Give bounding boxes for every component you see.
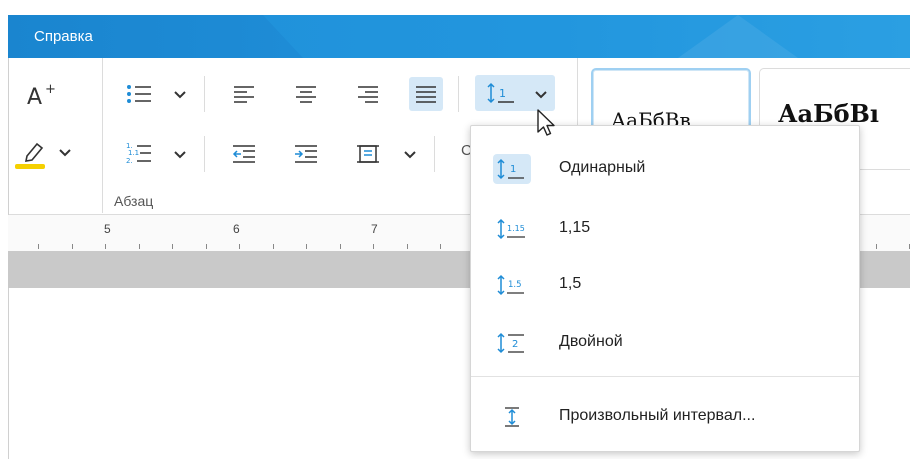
separator — [204, 76, 205, 112]
ruler-number: 5 — [104, 222, 111, 236]
highlight-color-button[interactable] — [13, 138, 53, 172]
svg-text:A: A — [27, 85, 42, 110]
menu-item-label: Двойной — [559, 333, 623, 350]
align-center-icon — [296, 86, 316, 103]
increase-font-size-button[interactable]: A + — [23, 80, 59, 110]
line-spacing-menu: 1 Одинарный 1.15 1,15 1.5 1,5 2 Двойной … — [470, 125, 860, 452]
paragraph-borders-button[interactable] — [353, 140, 383, 168]
font-size-increase-icon: A + — [27, 82, 56, 110]
svg-text:1.5: 1.5 — [508, 280, 522, 290]
align-left-icon — [234, 86, 254, 103]
ruler-tick — [272, 244, 274, 249]
bullet-list-icon — [127, 85, 151, 103]
tab-help[interactable]: Справка — [8, 15, 303, 58]
ruler-tick — [875, 244, 877, 249]
align-left-button[interactable] — [229, 80, 259, 108]
line-spacing-1-icon: 1 — [493, 154, 531, 184]
menu-divider — [471, 376, 859, 377]
numbered-list-button[interactable]: 1. 1.1 2. — [121, 138, 157, 168]
svg-text:1: 1 — [499, 87, 506, 100]
menu-item-label: 1,15 — [559, 219, 591, 236]
numbered-list-icon: 1. 1.1 2. — [126, 142, 151, 165]
increase-indent-icon — [295, 145, 317, 163]
line-spacing-2-icon: 2 — [493, 328, 531, 358]
ruler-tick — [71, 244, 73, 249]
chevron-down-icon[interactable] — [174, 150, 186, 160]
chevron-down-icon[interactable] — [535, 90, 547, 100]
svg-text:2: 2 — [512, 339, 518, 350]
ruler-number: 6 — [233, 222, 240, 236]
ruler-number: 7 — [371, 222, 378, 236]
menu-item-single[interactable]: 1 Одинарный — [471, 140, 859, 196]
ruler-tick — [406, 244, 408, 249]
align-right-icon — [358, 86, 378, 103]
svg-text:1.15: 1.15 — [507, 224, 525, 233]
svg-text:+: + — [45, 82, 56, 97]
line-spacing-1-15-icon: 1.15 — [493, 214, 531, 244]
mouse-cursor-icon — [537, 109, 555, 136]
ruler-tick — [138, 244, 140, 249]
paragraph-group-label: Абзац — [114, 193, 154, 209]
highlighter-icon — [15, 142, 45, 169]
ruler-tick — [373, 244, 374, 249]
bullet-list-button[interactable] — [121, 80, 157, 108]
title-bar: Справка — [8, 15, 910, 58]
align-justify-icon — [416, 86, 436, 103]
ruler-tick — [38, 244, 39, 249]
svg-text:1.1: 1.1 — [128, 149, 139, 157]
ruler-tick — [306, 244, 307, 249]
ruler-tick — [105, 244, 106, 249]
chevron-down-icon[interactable] — [59, 148, 71, 158]
ruler-tick — [172, 244, 173, 249]
style-sample-text: АаБбВı — [778, 99, 880, 128]
group-separator — [102, 58, 103, 213]
menu-item-label: 1,5 — [559, 275, 582, 292]
separator — [434, 136, 435, 172]
decrease-indent-button[interactable] — [229, 140, 259, 168]
custom-spacing-icon — [493, 402, 531, 432]
align-justify-button[interactable] — [409, 77, 443, 111]
titlebar-decoration — [678, 15, 798, 58]
separator — [458, 76, 459, 112]
ruler-tick — [339, 244, 341, 249]
menu-item-custom-spacing[interactable]: Произвольный интервал... — [471, 388, 859, 444]
menu-item-label: Произвольный интервал... — [559, 407, 756, 424]
ruler-tick — [205, 244, 207, 249]
paragraph-border-icon — [357, 145, 379, 163]
align-center-button[interactable] — [291, 80, 321, 108]
decrease-indent-icon — [232, 145, 255, 163]
menu-item-double[interactable]: 2 Двойной — [471, 314, 859, 370]
ruler-tick — [239, 244, 240, 249]
align-right-button[interactable] — [353, 80, 383, 108]
tab-help-label: Справка — [34, 28, 93, 45]
increase-indent-button[interactable] — [291, 140, 321, 168]
separator — [204, 136, 205, 172]
menu-item-label: Одинарный — [559, 159, 646, 176]
line-spacing-1-5-icon: 1.5 — [493, 270, 531, 300]
ruler-tick — [440, 244, 441, 249]
chevron-down-icon[interactable] — [404, 150, 416, 160]
menu-item-1-15[interactable]: 1.15 1,15 — [471, 200, 859, 256]
svg-text:1: 1 — [510, 164, 516, 175]
menu-item-1-5[interactable]: 1.5 1,5 — [471, 256, 859, 312]
chevron-down-icon[interactable] — [174, 90, 186, 100]
line-spacing-icon: 1 — [487, 82, 514, 104]
svg-text:2.: 2. — [126, 157, 133, 165]
